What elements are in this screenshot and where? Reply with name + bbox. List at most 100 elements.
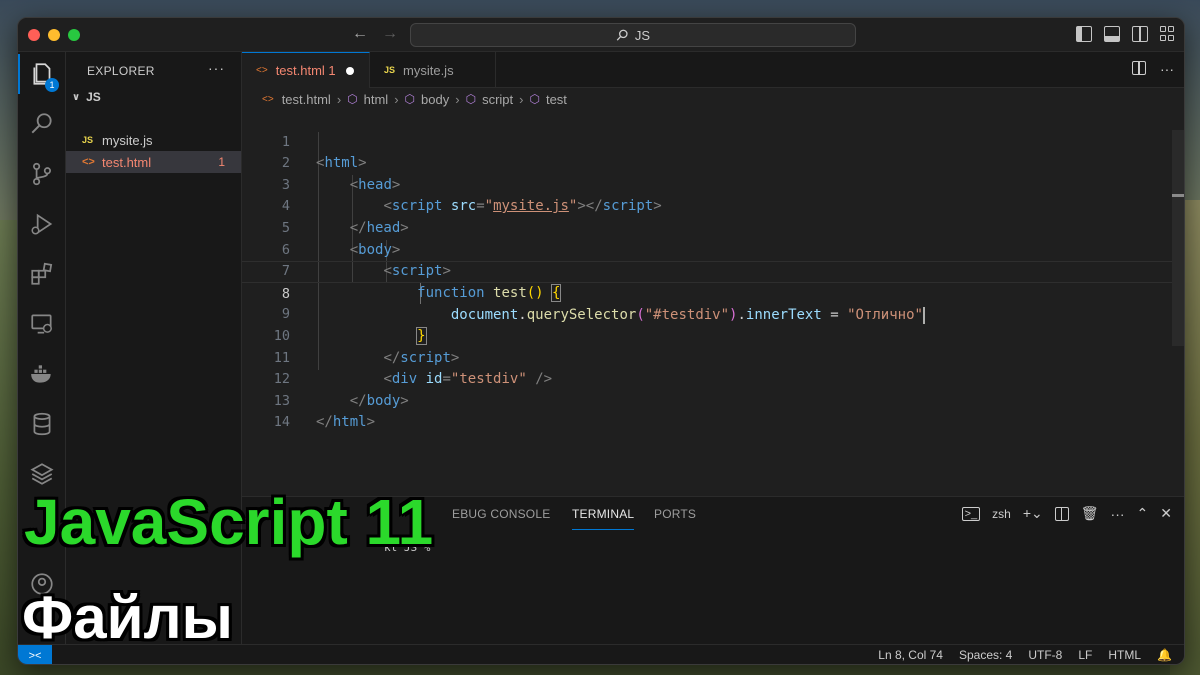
editor-scrollbar[interactable]	[1172, 130, 1184, 346]
back-arrow-icon[interactable]: ←	[352, 25, 368, 43]
chevron-right-icon: ›	[519, 91, 524, 107]
status-items: Ln 8, Col 74 Spaces: 4 UTF-8 LF HTML 🔔	[878, 648, 1172, 662]
html-file-icon: <>	[256, 65, 268, 76]
tab-debug-console[interactable]: EBUG CONSOLE	[452, 507, 550, 521]
more-actions-icon[interactable]: ···	[1111, 506, 1125, 522]
code-line: 5 <body>	[242, 196, 1172, 258]
tab-mysite-js[interactable]: JS mysite.js	[370, 52, 496, 88]
toggle-panel-icon[interactable]	[1104, 26, 1120, 42]
overlay-subtitle: Файлы	[22, 584, 233, 651]
folder-js[interactable]: ∨ JS	[72, 90, 101, 104]
remote-explorer-icon	[31, 314, 52, 334]
overlay-title: JavaScript 11	[24, 486, 434, 558]
code-line-current: 8 document.querySelector("#testdiv").inn…	[242, 261, 1172, 324]
chevron-right-icon: ›	[394, 91, 399, 107]
editor-actions: ···	[1132, 61, 1174, 77]
code-line: 12 </body>	[242, 348, 1172, 409]
breadcrumb: <> test.html › ⬡ html › ⬡ body › ⬡ scrip…	[242, 88, 1184, 110]
remote-explorer-activity[interactable]	[18, 304, 66, 344]
folder-label: JS	[86, 90, 101, 104]
docker-icon	[31, 365, 51, 383]
tab-test-html[interactable]: <> test.html 1	[242, 52, 370, 88]
search-label: JS	[634, 27, 651, 43]
breadcrumb-item[interactable]: body	[421, 92, 449, 107]
database-activity[interactable]	[18, 404, 66, 444]
search-activity[interactable]	[18, 104, 66, 144]
tab-ports[interactable]: PORTS	[654, 507, 696, 521]
element-icon: ⬡	[347, 92, 358, 106]
notifications-icon[interactable]: 🔔	[1157, 648, 1172, 662]
code-line: 1 <html>	[242, 110, 1172, 172]
unsaved-dot-icon[interactable]	[345, 66, 354, 75]
element-icon: ⬡	[404, 92, 416, 106]
shell-label[interactable]: zsh	[992, 507, 1011, 521]
tab-label: test.html 1	[275, 63, 336, 78]
file-test-html[interactable]: <> test.html 1	[66, 151, 241, 173]
add-terminal-icon[interactable]: +⌄	[1023, 505, 1043, 522]
run-debug-activity[interactable]	[18, 204, 66, 244]
docker-activity[interactable]	[18, 354, 66, 394]
forward-arrow-icon[interactable]: →	[382, 25, 398, 43]
layout-controls	[1076, 26, 1176, 42]
code-line: 3 <script src="mysite.js"></script>	[242, 153, 1172, 215]
extensions-icon	[31, 262, 53, 285]
chevron-right-icon: ›	[336, 91, 342, 107]
code-line: 7 function test() {	[242, 240, 1172, 302]
more-actions-icon[interactable]: ···	[1160, 61, 1174, 77]
more-actions-icon[interactable]: ···	[208, 60, 225, 76]
database-icon	[33, 412, 51, 436]
chevron-right-icon: ›	[455, 91, 460, 107]
source-control-activity[interactable]	[18, 154, 66, 194]
code-line: 2 <head>	[242, 132, 1172, 193]
explorer-activity[interactable]: 1	[18, 54, 66, 94]
file-name: test.html	[102, 154, 152, 170]
close-icon[interactable]: ✕	[1160, 505, 1172, 522]
end-of-line[interactable]: LF	[1078, 648, 1092, 662]
element-icon: ⬡	[465, 92, 477, 106]
code-editor[interactable]: 1 <html> 2 <head> 3 <script src="mysite.…	[242, 110, 1184, 496]
split-terminal-icon[interactable]	[1054, 506, 1069, 521]
window-controls	[28, 29, 80, 41]
language-mode[interactable]: HTML	[1108, 648, 1141, 662]
chevron-down-icon: ∨	[72, 91, 81, 103]
html-file-icon: <>	[82, 156, 95, 168]
cursor-position[interactable]: Ln 8, Col 74	[878, 648, 943, 662]
terminal-icon: >_	[961, 506, 981, 521]
breadcrumb-item[interactable]: html	[364, 92, 389, 107]
code-line: 14	[242, 391, 1172, 430]
breadcrumb-item[interactable]: test.html	[282, 92, 331, 107]
code-line: 11 <div id="testdiv" />	[242, 326, 1172, 388]
minimize-window-button[interactable]	[48, 29, 60, 41]
code-line: 4 </head>	[242, 175, 1172, 236]
trash-icon[interactable]: 🗑	[1081, 505, 1099, 522]
code-line: 13 </html>	[242, 369, 1172, 431]
problem-count: 1	[218, 155, 225, 169]
chevron-up-icon[interactable]: ⌃	[1137, 505, 1149, 522]
maximize-window-button[interactable]	[68, 29, 80, 41]
code-line: 10 </script>	[242, 304, 1172, 366]
extensions-activity[interactable]	[18, 254, 66, 294]
breadcrumb-item[interactable]: script	[482, 92, 513, 107]
search-icon	[616, 29, 628, 41]
explorer-badge: 1	[45, 78, 59, 92]
html-file-icon: <>	[262, 93, 274, 105]
split-editor-icon[interactable]	[1132, 61, 1146, 75]
explorer-header: EXPLORER	[87, 64, 155, 78]
indentation[interactable]: Spaces: 4	[959, 648, 1012, 662]
file-mysite-js[interactable]: JS mysite.js	[66, 129, 241, 151]
code-text: </html>	[316, 414, 376, 431]
encoding[interactable]: UTF-8	[1028, 648, 1062, 662]
run-debug-icon	[31, 213, 53, 235]
js-file-icon: JS	[384, 65, 396, 75]
close-window-button[interactable]	[28, 29, 40, 41]
editor-tabs: <> test.html 1 JS mysite.js ···	[242, 52, 1184, 88]
tab-label: mysite.js	[403, 62, 454, 78]
toggle-secondary-sidebar-icon[interactable]	[1132, 26, 1148, 42]
breadcrumb-item[interactable]: test	[546, 92, 567, 107]
toggle-primary-sidebar-icon[interactable]	[1076, 26, 1092, 42]
tab-terminal[interactable]: TERMINAL	[572, 507, 635, 530]
panel-actions: >_ zsh +⌄ 🗑 ··· ⌃ ✕	[961, 505, 1172, 522]
line-number: 14	[273, 414, 290, 431]
customize-layout-icon[interactable]	[1160, 26, 1176, 42]
command-center-search[interactable]: JS	[410, 23, 856, 47]
